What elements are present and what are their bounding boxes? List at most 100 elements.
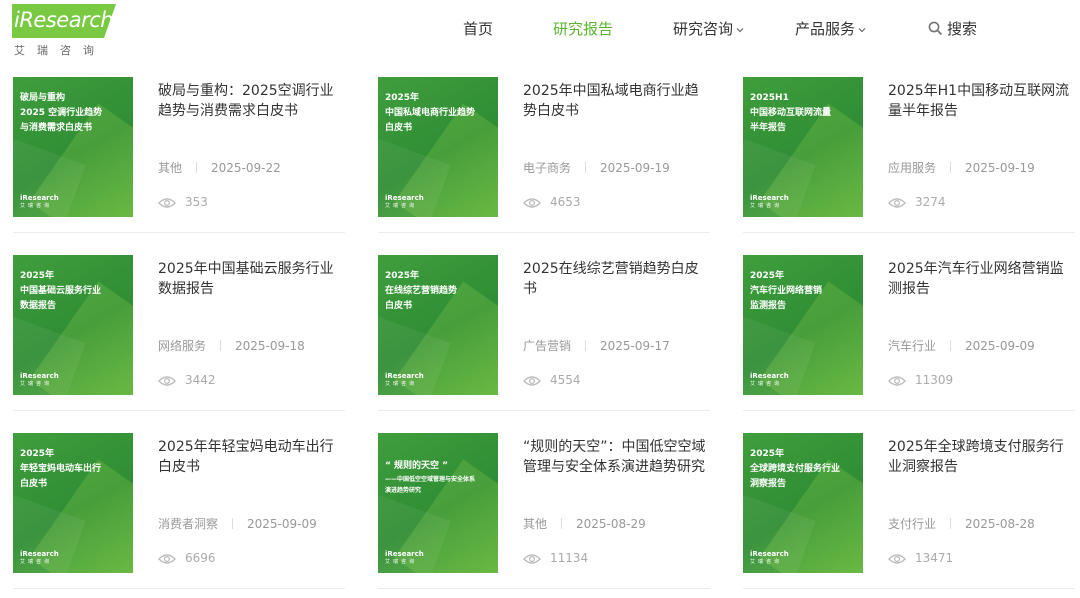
report-card[interactable]: 2025年 全球跨境支付服务行业 洞察报告 iResearch 艾瑞咨询 2025… <box>743 433 1075 589</box>
report-cover[interactable]: “ 规则的天空 ” ——中国低空空域管理与安全体系 演进趋势研究 iResear… <box>378 433 498 573</box>
report-category[interactable]: 应用服务 <box>888 161 936 175</box>
report-category[interactable]: 其他 <box>523 517 547 531</box>
report-card[interactable]: 2025H1 中国移动互联网流量 半年报告 iResearch 艾瑞咨询 2025… <box>743 77 1075 233</box>
cover-line: 监测报告 <box>750 301 787 311</box>
cover-line: 演进趋势研究 <box>385 487 422 494</box>
nav-home[interactable]: 首页 <box>463 18 493 42</box>
report-category[interactable]: 其他 <box>158 161 182 175</box>
report-meta: 其他 2025-09-22 <box>158 159 281 176</box>
cover-line: 白皮书 <box>385 301 413 311</box>
report-cover[interactable]: 破局与重构 2025 空调行业趋势 与消费需求白皮书 iResearch 艾瑞咨询 <box>13 77 133 217</box>
report-card[interactable]: 2025年 汽车行业网络营销 监测报告 iResearch 艾瑞咨询 2025年汽… <box>743 255 1075 411</box>
report-meta: 应用服务 2025-09-19 <box>888 159 1035 176</box>
report-title[interactable]: 2025年全球跨境支付服务行业洞察报告 <box>888 437 1073 477</box>
logo-subtitle: 艾瑞咨询 <box>14 44 106 57</box>
report-card[interactable]: 破局与重构 2025 空调行业趋势 与消费需求白皮书 iResearch 艾瑞咨询… <box>13 77 345 233</box>
report-title[interactable]: 2025年中国基础云服务行业数据报告 <box>158 259 343 299</box>
cover-brand: iResearch 艾瑞咨询 <box>20 550 59 565</box>
divider <box>220 340 222 351</box>
report-meta: 支付行业 2025-08-28 <box>888 515 1035 532</box>
report-title[interactable]: 2025年中国私域电商行业趋势白皮书 <box>523 81 708 121</box>
cover-line: 数据报告 <box>20 301 57 311</box>
report-cover[interactable]: 2025H1 中国移动互联网流量 半年报告 iResearch 艾瑞咨询 <box>743 77 863 217</box>
report-card[interactable]: 2025年 中国私域电商行业趋势 白皮书 iResearch 艾瑞咨询 2025年… <box>378 77 710 233</box>
cover-line: 破局与重构 <box>20 93 66 103</box>
iresearch-logo[interactable]: iResearch 艾瑞咨询 <box>12 4 122 58</box>
report-meta: 电子商务 2025-09-19 <box>523 159 670 176</box>
report-title[interactable]: “规则的天空”：中国低空空域管理与安全体系演进趋势研究 <box>523 437 708 477</box>
cover-brand-sub: 艾瑞咨询 <box>750 559 783 565</box>
cover-line: 2025H1 <box>750 93 789 103</box>
cover-brand-name: iResearch <box>385 372 424 380</box>
view-count: 11134 <box>550 551 589 565</box>
report-date: 2025-09-18 <box>235 339 305 353</box>
report-cover[interactable]: 2025年 汽车行业网络营销 监测报告 iResearch 艾瑞咨询 <box>743 255 863 395</box>
cover-brand-name: iResearch <box>20 372 59 380</box>
report-cover[interactable]: 2025年 中国私域电商行业趋势 白皮书 iResearch 艾瑞咨询 <box>378 77 498 217</box>
nav-product-services[interactable]: 产品服务 <box>795 18 867 42</box>
cover-line: 2025年 <box>750 449 785 459</box>
cover-brand-sub: 艾瑞咨询 <box>750 381 783 387</box>
report-category[interactable]: 广告营销 <box>523 339 571 353</box>
nav-research-consulting-label: 研究咨询 <box>673 20 734 38</box>
view-count: 11309 <box>915 373 954 387</box>
report-meta: 其他 2025-08-29 <box>523 515 646 532</box>
report-category[interactable]: 电子商务 <box>523 161 571 175</box>
nav-search[interactable]: 搜索 <box>928 18 977 42</box>
report-title[interactable]: 2025在线综艺营销趋势白皮书 <box>523 259 708 299</box>
cover-text: 破局与重构 2025 空调行业趋势 与消费需求白皮书 <box>20 91 128 136</box>
eye-icon <box>523 198 541 208</box>
report-category[interactable]: 网络服务 <box>158 339 206 353</box>
logo-text: iResearch <box>14 8 114 32</box>
cover-brand-name: iResearch <box>750 194 789 202</box>
report-date: 2025-09-17 <box>600 339 670 353</box>
cover-brand-name: iResearch <box>385 194 424 202</box>
cover-text: 2025年 年轻宝妈电动车出行 白皮书 <box>20 447 128 492</box>
report-cover[interactable]: 2025年 在线综艺营销趋势 白皮书 iResearch 艾瑞咨询 <box>378 255 498 395</box>
divider <box>585 162 587 173</box>
report-category[interactable]: 消费者洞察 <box>158 517 218 531</box>
view-count: 353 <box>185 195 208 209</box>
cover-brand: iResearch 艾瑞咨询 <box>385 550 424 565</box>
report-card[interactable]: 2025年 中国基础云服务行业 数据报告 iResearch 艾瑞咨询 2025年… <box>13 255 345 411</box>
report-views: 353 <box>158 195 208 209</box>
report-title[interactable]: 2025年H1中国移动互联网流量半年报告 <box>888 81 1073 121</box>
chevron-down-icon <box>858 27 866 32</box>
cover-brand: iResearch 艾瑞咨询 <box>385 372 424 387</box>
cover-line: 半年报告 <box>750 123 787 133</box>
report-cover[interactable]: 2025年 中国基础云服务行业 数据报告 iResearch 艾瑞咨询 <box>13 255 133 395</box>
report-views: 11134 <box>523 551 588 565</box>
report-cover[interactable]: 2025年 年轻宝妈电动车出行 白皮书 iResearch 艾瑞咨询 <box>13 433 133 573</box>
cover-brand-sub: 艾瑞咨询 <box>385 381 418 387</box>
cover-brand-sub: 艾瑞咨询 <box>385 203 418 209</box>
report-title[interactable]: 破局与重构：2025空调行业趋势与消费需求白皮书 <box>158 81 343 121</box>
cover-text: 2025年 全球跨境支付服务行业 洞察报告 <box>750 447 858 492</box>
report-card[interactable]: 2025年 在线综艺营销趋势 白皮书 iResearch 艾瑞咨询 2025在线综… <box>378 255 710 411</box>
report-title[interactable]: 2025年年轻宝妈电动车出行白皮书 <box>158 437 343 477</box>
cover-brand-name: iResearch <box>750 372 789 380</box>
report-meta: 汽车行业 2025-09-09 <box>888 337 1035 354</box>
report-meta: 广告营销 2025-09-17 <box>523 337 670 354</box>
report-views: 3274 <box>888 195 946 209</box>
divider <box>196 162 198 173</box>
report-cover[interactable]: 2025年 全球跨境支付服务行业 洞察报告 iResearch 艾瑞咨询 <box>743 433 863 573</box>
report-card[interactable]: 2025年 年轻宝妈电动车出行 白皮书 iResearch 艾瑞咨询 2025年年… <box>13 433 345 589</box>
view-count: 3274 <box>915 195 946 209</box>
chevron-down-icon <box>736 27 744 32</box>
report-card[interactable]: “ 规则的天空 ” ——中国低空空域管理与安全体系 演进趋势研究 iResear… <box>378 433 710 589</box>
report-category[interactable]: 汽车行业 <box>888 339 936 353</box>
report-views: 3442 <box>158 373 216 387</box>
report-title[interactable]: 2025年汽车行业网络营销监测报告 <box>888 259 1073 299</box>
cover-text: 2025H1 中国移动互联网流量 半年报告 <box>750 91 858 136</box>
cover-line: 白皮书 <box>385 123 413 133</box>
cover-text: 2025年 中国私域电商行业趋势 白皮书 <box>385 91 493 136</box>
report-category[interactable]: 支付行业 <box>888 517 936 531</box>
divider <box>950 162 952 173</box>
cover-line: 在线综艺营销趋势 <box>385 286 458 296</box>
cover-line: 2025 空调行业趋势 <box>20 108 103 118</box>
nav-research-report[interactable]: 研究报告 <box>553 18 613 42</box>
cover-brand-sub: 艾瑞咨询 <box>750 203 783 209</box>
nav-research-consulting[interactable]: 研究咨询 <box>673 18 745 42</box>
cover-text: “ 规则的天空 ” ——中国低空空域管理与安全体系 演进趋势研究 <box>385 459 493 496</box>
report-views: 13471 <box>888 551 953 565</box>
